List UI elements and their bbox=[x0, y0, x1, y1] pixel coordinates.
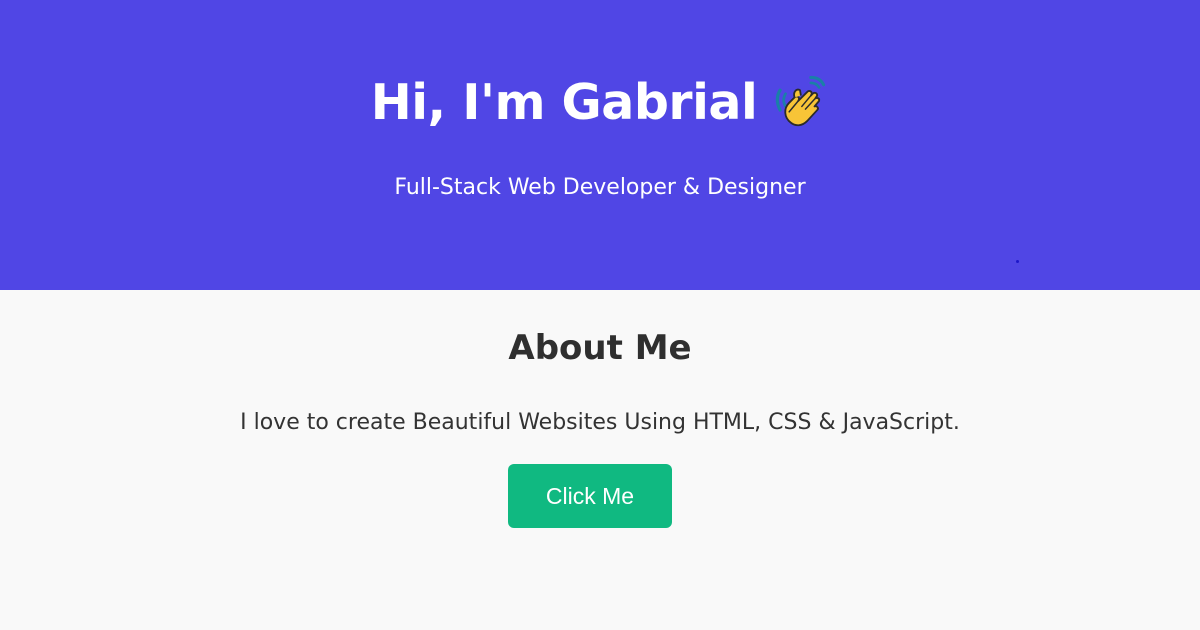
waving-hand-icon bbox=[776, 75, 826, 126]
click-me-button[interactable]: Click Me bbox=[508, 464, 672, 528]
hero-section: Hi, I'm Gabrial Full-Stack Web Developer… bbox=[0, 0, 1200, 290]
hero-title-text: Hi, I'm Gabrial bbox=[370, 74, 758, 131]
about-description: I love to create Beautiful Websites Usin… bbox=[240, 410, 960, 435]
hero-title: Hi, I'm Gabrial bbox=[0, 68, 1200, 138]
decorative-dot bbox=[1016, 260, 1019, 263]
hero-subtitle: Full-Stack Web Developer & Designer bbox=[394, 175, 806, 200]
about-heading: About Me bbox=[508, 328, 692, 368]
about-section: About Me I love to create Beautiful Webs… bbox=[0, 290, 1200, 630]
